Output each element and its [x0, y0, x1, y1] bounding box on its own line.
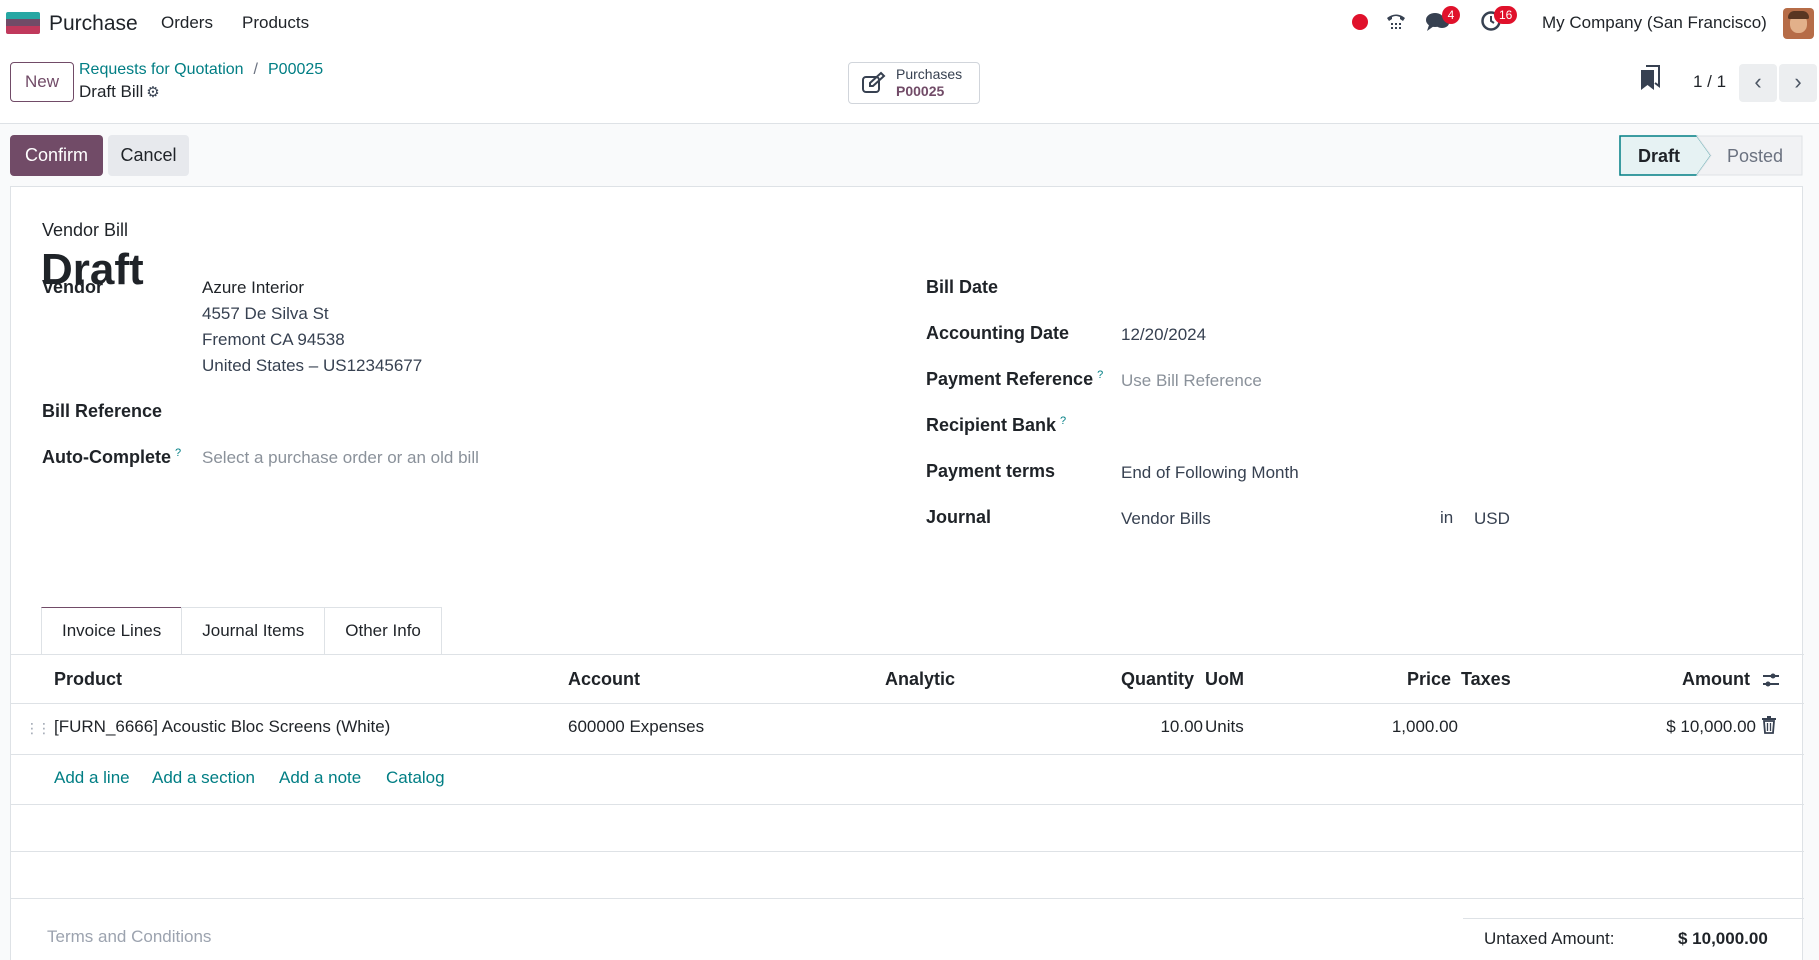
record-title: Draft Bill ⚙	[79, 82, 160, 102]
activities-badge: 16	[1494, 6, 1518, 24]
help-tooltip-icon[interactable]: ?	[1097, 369, 1103, 381]
vendor-address-line: Fremont CA 94538	[202, 330, 345, 349]
phone-icon[interactable]	[1384, 10, 1408, 40]
journal-label: Journal	[926, 507, 992, 527]
smart-button-label: Purchases	[896, 66, 963, 82]
stage-draft[interactable]: Draft	[1638, 146, 1680, 166]
line-uom[interactable]: Units	[1205, 717, 1244, 737]
vendor-field[interactable]: Azure Interior	[202, 278, 304, 298]
payment-terms-field[interactable]: End of Following Month	[1121, 463, 1299, 483]
totals-divider	[1463, 918, 1804, 919]
untaxed-amount-value: $ 10,000.00	[1678, 929, 1768, 948]
vendor-address-line: 4557 De Silva St	[202, 304, 329, 323]
tabs-divider	[11, 654, 1804, 655]
bill-reference-label: Bill Reference	[42, 401, 163, 421]
line-account[interactable]: 600000 Expenses	[568, 717, 704, 737]
row-divider	[11, 898, 1804, 899]
line-product[interactable]: [FURN_6666] Acoustic Bloc Screens (White…	[54, 717, 390, 737]
row-divider	[11, 804, 1804, 805]
gear-icon[interactable]: ⚙	[146, 84, 159, 101]
breadcrumb-rfq[interactable]: Requests for Quotation	[79, 61, 244, 78]
terms-and-conditions-input[interactable]: Terms and Conditions	[47, 927, 211, 947]
currency-in-label: in	[1440, 508, 1454, 527]
payment-reference-label: Payment Reference?	[926, 369, 1103, 390]
stage-posted[interactable]: Posted	[1727, 146, 1783, 166]
status-stages: Draft Posted	[1619, 135, 1803, 176]
form-statusbar: Confirm Cancel Draft Posted	[0, 124, 1819, 186]
auto-complete-input[interactable]: Select a purchase order or an old bill	[202, 448, 479, 468]
pager-value[interactable]: 1 / 1	[1693, 72, 1726, 92]
confirm-button[interactable]: Confirm	[10, 135, 103, 176]
pager-previous-button[interactable]: ‹	[1739, 64, 1777, 102]
breadcrumb-order[interactable]: P00025	[268, 61, 323, 78]
purchase-app-icon[interactable]	[6, 12, 40, 34]
bill-date-label: Bill Date	[926, 277, 999, 297]
tab-other-info[interactable]: Other Info	[324, 607, 442, 654]
add-section-link[interactable]: Add a section	[152, 768, 255, 788]
bill-date-input[interactable]	[1121, 275, 1521, 299]
smart-button-value: P00025	[896, 83, 945, 99]
line-price[interactable]: 1,000.00	[1341, 717, 1458, 737]
breadcrumb: Requests for Quotation / P00025	[79, 61, 324, 78]
recipient-bank-label-text: Recipient Bank	[926, 415, 1057, 435]
column-analytic[interactable]: Analytic	[885, 669, 955, 690]
payment-reference-input[interactable]: Use Bill Reference	[1121, 371, 1262, 391]
edit-document-icon	[862, 71, 886, 93]
payment-reference-label-text: Payment Reference	[926, 369, 1094, 389]
untaxed-amount-label: Untaxed Amount:	[1484, 929, 1615, 948]
column-product[interactable]: Product	[54, 669, 122, 690]
line-amount: $ 10,000.00	[1666, 717, 1756, 736]
add-note-link[interactable]: Add a note	[279, 768, 361, 788]
auto-complete-label-text: Auto-Complete	[42, 447, 171, 467]
trash-icon[interactable]	[1761, 716, 1777, 734]
top-navbar: Purchase Orders Products 4 16 My Company…	[0, 0, 1819, 46]
help-tooltip-icon[interactable]: ?	[175, 447, 181, 459]
messages-badge: 4	[1442, 6, 1460, 24]
recipient-bank-label: Recipient Bank?	[926, 415, 1066, 436]
bill-reference-input[interactable]	[202, 399, 602, 423]
company-switcher[interactable]: My Company (San Francisco)	[1542, 13, 1767, 33]
menu-products[interactable]: Products	[242, 13, 309, 33]
accounting-date-label: Accounting Date	[926, 323, 1070, 343]
journal-field[interactable]: Vendor Bills	[1121, 509, 1211, 529]
currency-field[interactable]: USD	[1474, 509, 1510, 529]
column-uom[interactable]: UoM	[1205, 669, 1244, 690]
menu-orders[interactable]: Orders	[161, 13, 213, 33]
document-type: Vendor Bill	[42, 220, 129, 240]
add-line-link[interactable]: Add a line	[54, 768, 130, 788]
line-quantity[interactable]: 10.00	[1151, 717, 1203, 737]
pager-next-button[interactable]: ›	[1779, 64, 1817, 102]
accounting-date-field[interactable]: 12/20/2024	[1121, 325, 1206, 345]
column-taxes[interactable]: Taxes	[1461, 669, 1511, 690]
purchases-smart-button[interactable]: Purchases P00025	[848, 62, 980, 104]
column-account[interactable]: Account	[568, 669, 640, 690]
recording-indicator-icon[interactable]	[1352, 14, 1368, 30]
app-name[interactable]: Purchase	[49, 12, 138, 36]
vendor-label: Vendor	[42, 277, 104, 297]
tab-journal-items[interactable]: Journal Items	[181, 607, 326, 654]
auto-complete-label: Auto-Complete?	[42, 447, 181, 468]
record-title-text: Draft Bill	[79, 82, 144, 101]
bookmarks-icon[interactable]	[1637, 62, 1663, 92]
column-quantity[interactable]: Quantity	[1121, 669, 1194, 690]
form-sheet: Vendor Bill Draft Vendor Azure Interior …	[10, 186, 1804, 960]
row-divider	[11, 754, 1804, 755]
user-avatar[interactable]	[1783, 8, 1814, 39]
control-panel: New Requests for Quotation / P00025 Draft …	[0, 46, 1819, 124]
catalog-link[interactable]: Catalog	[386, 768, 445, 788]
header-divider	[11, 703, 1804, 704]
drag-handle-icon[interactable]: ⋮⋮	[25, 720, 51, 737]
notebook-tabs: Invoice Lines Journal Items Other Info	[41, 607, 442, 654]
column-amount[interactable]: Amount	[1682, 669, 1750, 690]
row-divider	[11, 851, 1804, 852]
help-tooltip-icon[interactable]: ?	[1060, 415, 1066, 427]
new-button[interactable]: New	[10, 62, 74, 102]
optional-columns-icon[interactable]	[1761, 670, 1781, 690]
column-price[interactable]: Price	[1407, 669, 1451, 690]
cancel-button[interactable]: Cancel	[108, 135, 189, 176]
vendor-address-line: United States – US12345677	[202, 356, 423, 375]
recipient-bank-input[interactable]	[1121, 413, 1521, 437]
payment-terms-label: Payment terms	[926, 461, 1056, 481]
tab-invoice-lines[interactable]: Invoice Lines	[41, 607, 183, 654]
